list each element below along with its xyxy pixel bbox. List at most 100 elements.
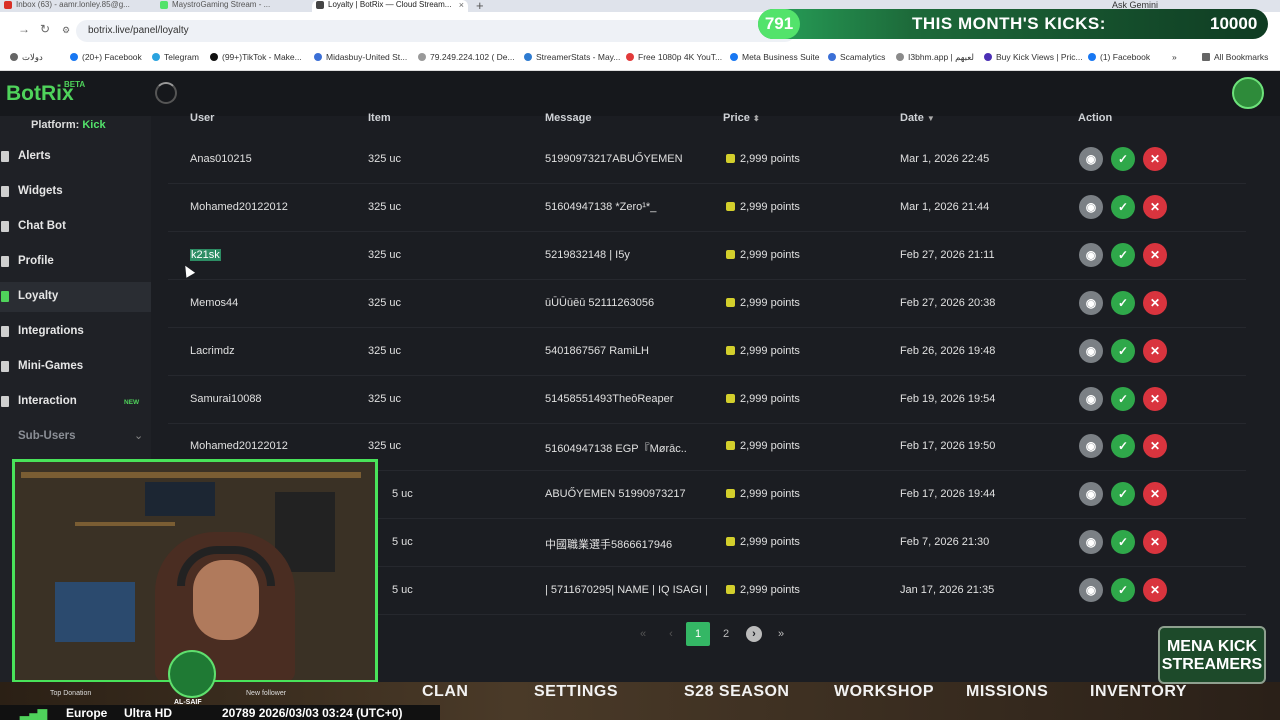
view-button[interactable]: ◉ [1079,578,1103,602]
user-cell[interactable]: Lacrimdz [190,345,235,357]
sidebar-item-alerts[interactable]: Alerts [0,142,151,172]
reject-button[interactable]: ✕ [1143,147,1167,171]
bookmark-item[interactable]: دولات [10,52,43,63]
tab-botrix-loyalty[interactable]: Loyalty | BotRix — Cloud Stream... × [312,0,468,12]
view-button[interactable]: ◉ [1079,291,1103,315]
reject-button[interactable]: ✕ [1143,530,1167,554]
message-cell: ABUŐYEMEN 51990973217 [545,488,686,500]
view-button[interactable]: ◉ [1079,243,1103,267]
points-coin-icon [726,298,735,307]
reject-button[interactable]: ✕ [1143,482,1167,506]
price-cell: 2,999 points [726,536,800,548]
reject-button[interactable]: ✕ [1143,339,1167,363]
reject-button[interactable]: ✕ [1143,243,1167,267]
game-site-icon [896,53,904,61]
item-cell: 325 uc [368,345,402,357]
reject-button[interactable]: ✕ [1143,291,1167,315]
view-button[interactable]: ◉ [1079,530,1103,554]
item-cell: 5 uc [392,536,413,548]
close-tab-icon[interactable]: × [459,0,464,10]
bookmark-item[interactable]: Buy Kick Views | Pric... [984,52,1083,62]
telegram-icon [152,53,160,61]
reject-button[interactable]: ✕ [1143,387,1167,411]
sidebar-item-chat-bot[interactable]: Chat Bot [0,212,151,242]
url-input[interactable]: botrix.live/panel/loyalty [76,20,796,42]
sidebar-item-profile[interactable]: Profile [0,247,151,277]
user-cell[interactable]: Anas010215 [190,153,252,165]
approve-button[interactable]: ✓ [1111,387,1135,411]
approve-button[interactable]: ✓ [1111,434,1135,458]
tab-gmail[interactable]: Inbox (63) - aamr.lonley.85@g... [0,0,150,12]
item-cell: 325 uc [368,393,402,405]
approve-button[interactable]: ✓ [1111,291,1135,315]
reject-button[interactable]: ✕ [1143,434,1167,458]
approve-button[interactable]: ✓ [1111,578,1135,602]
approve-button[interactable]: ✓ [1111,147,1135,171]
streamer-logo-avatar [168,650,216,698]
column-header-price[interactable]: Price ⬍ [723,112,760,124]
sidebar-item-loyalty[interactable]: Loyalty [0,282,151,312]
back-icon[interactable]: → [18,22,30,36]
bookmark-item[interactable]: I3bhm.app | لعبهم [896,52,974,63]
view-button[interactable]: ◉ [1079,147,1103,171]
botrix-tab-icon [316,1,324,9]
approve-button[interactable]: ✓ [1111,243,1135,267]
scamalytics-icon [828,53,836,61]
pagination-last[interactable]: » [772,622,790,646]
user-cell[interactable]: Memos44 [190,297,238,309]
view-button[interactable]: ◉ [1079,339,1103,363]
sidebar-item-integrations[interactable]: Integrations [0,317,151,347]
hud-menu-missions: MISSIONS [966,683,1049,700]
approve-button[interactable]: ✓ [1111,530,1135,554]
price-cell: 2,999 points [726,297,800,309]
interaction-icon [1,396,9,407]
approve-button[interactable]: ✓ [1111,482,1135,506]
pagination-prev[interactable]: ‹ [662,622,680,646]
item-cell: 325 uc [368,297,402,309]
bookmark-item[interactable]: Midasbuy-United St... [314,52,407,62]
reject-button[interactable]: ✕ [1143,195,1167,219]
pagination-page-current[interactable]: 1 [686,622,710,646]
bookmark-item[interactable]: Meta Business Suite [730,52,819,62]
bookmark-item[interactable]: (99+)TikTok - Make... [210,52,302,62]
column-header-date[interactable]: Date ▼ [900,112,935,124]
price-cell: 2,999 points [726,440,800,452]
bookmark-item[interactable]: StreamerStats - May... [524,52,620,62]
user-cell[interactable]: k21sk [190,249,221,261]
column-header-item: Item [368,112,391,124]
bookmark-item[interactable]: Scamalytics [828,52,885,62]
sidebar-item-interaction[interactable]: Interaction NEW [0,387,151,417]
sidebar-item-widgets[interactable]: Widgets [0,177,151,207]
sidebar-item-mini-games[interactable]: Mini-Games [0,352,151,382]
bookmark-item[interactable]: Telegram [152,52,199,62]
user-cell[interactable]: Mohamed20122012 [190,440,288,452]
pagination-next[interactable]: › [746,626,762,642]
site-info-icon[interactable]: ⚙ [62,25,70,36]
bookmark-item[interactable]: (20+) Facebook [70,52,142,62]
user-cell[interactable]: Samurai10088 [190,393,262,405]
sidebar-item-sub-users[interactable]: Sub-Users ⌄ [0,422,151,452]
approve-button[interactable]: ✓ [1111,195,1135,219]
user-avatar[interactable] [1232,77,1264,109]
price-cell: 2,999 points [726,249,800,261]
all-bookmarks[interactable]: All Bookmarks [1202,52,1268,62]
view-button[interactable]: ◉ [1079,482,1103,506]
reload-icon[interactable]: ↻ [40,22,50,36]
user-cell[interactable]: Mohamed20122012 [190,201,288,213]
tab-maystro-stream[interactable]: MaystroGaming Stream - ... [156,0,306,12]
view-button[interactable]: ◉ [1079,387,1103,411]
more-bookmarks-icon[interactable]: » [1172,52,1177,62]
bookmark-item[interactable]: Free 1080p 4K YouT... [626,52,722,62]
chevron-down-icon: ⌄ [134,430,144,442]
reject-button[interactable]: ✕ [1143,578,1167,602]
view-button[interactable]: ◉ [1079,434,1103,458]
approve-button[interactable]: ✓ [1111,339,1135,363]
pagination-page[interactable]: 2 [716,622,736,646]
kicks-goal-title: THIS MONTH'S KICKS: [912,14,1106,33]
midasbuy-icon [314,53,322,61]
view-button[interactable]: ◉ [1079,195,1103,219]
pagination-first[interactable]: « [634,622,652,646]
bookmark-item[interactable]: 79.249.224.102 ( De... [418,52,515,62]
youtube-download-icon [626,53,634,61]
bookmark-item[interactable]: (1) Facebook [1088,52,1150,62]
